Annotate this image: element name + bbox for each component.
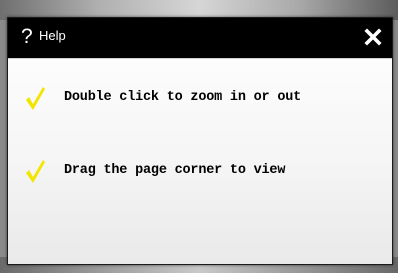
tip-item-drag: Drag the page corner to view [8,158,392,188]
help-icon: ? [21,25,33,48]
tip-text: Drag the page corner to view [64,163,286,178]
checkmark-icon [26,87,45,110]
dialog-title: Help [39,28,66,43]
close-icon[interactable] [363,27,383,47]
checkmark-icon [26,160,45,183]
tip-text: Double click to zoom in or out [64,90,302,105]
tip-item-zoom: Double click to zoom in or out [8,85,392,115]
dialog-titlebar: ? Help [8,18,392,58]
titlebar-divider [8,58,392,59]
help-dialog: ? Help Double click to zoom in or out Dr… [7,17,393,265]
